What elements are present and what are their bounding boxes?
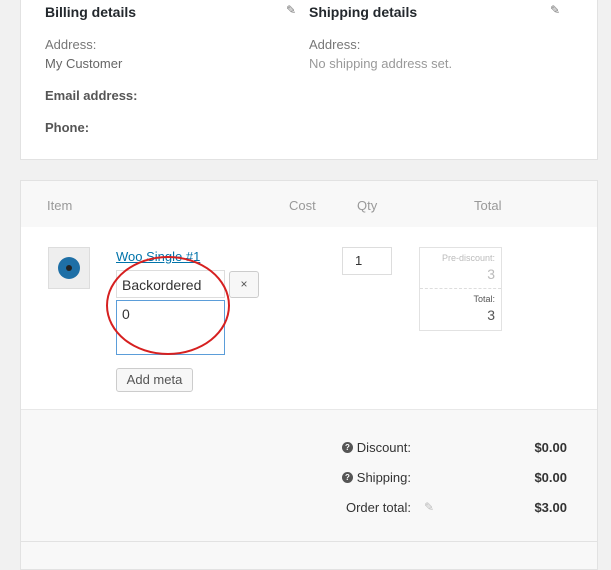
billing-title: Billing details [45,4,137,20]
line-total-value: 3 [487,307,495,323]
line-total-box: Pre-discount: 3 Total: 3 [419,247,502,331]
order-total-label: Order total: [345,500,411,515]
line-total-section: Total: 3 [420,294,501,323]
prediscount-section: Pre-discount: 3 [420,253,501,282]
close-icon: × [240,277,248,291]
order-totals: ? Discount: $0.00 ? Shipping: $0.00 Orde… [21,410,597,540]
header-cost: Cost [289,198,316,213]
total-box-divider [420,288,501,289]
header-total: Total [474,198,502,213]
addresses-panel: Billing details ✎ Address: My Customer E… [20,0,598,160]
line-total-label: Total: [473,294,495,304]
billing-address-label: Address: [45,37,97,52]
billing-email-label: Email address: [45,88,138,103]
header-qty: Qty [357,198,378,213]
order-total-row: Order total: ✎ $3.00 [21,500,597,518]
discount-label: Discount: [356,440,411,455]
shipping-address-label: Address: [309,37,361,52]
prediscount-label: Pre-discount: [441,253,495,263]
album-icon [48,247,90,289]
discount-row: ? Discount: $0.00 [21,440,597,458]
shipping-total-value: $0.00 [534,470,567,485]
order-items-panel: Item Cost Qty Total Woo Single #1 Backor… [20,180,598,570]
add-meta-button[interactable]: Add meta [116,368,193,392]
quantity-input[interactable]: 1 [342,247,392,275]
remove-meta-button[interactable]: × [229,271,259,298]
question-circle-icon[interactable]: ? [342,442,353,453]
shipping-address-value: No shipping address set. [309,56,453,71]
shipping-title: Shipping details [309,4,418,20]
panel-divider [21,541,597,542]
billing-phone-label: Phone: [45,120,90,135]
order-total-value: $3.00 [534,500,567,515]
header-item: Item [47,198,73,213]
product-link[interactable]: Woo Single #1 [116,249,200,264]
items-table-header: Item Cost Qty Total [21,181,597,227]
discount-value: $0.00 [534,440,567,455]
edit-shipping-pencil-icon[interactable]: ✎ [550,3,560,17]
billing-address-value: My Customer [45,56,123,71]
meta-value-textarea[interactable]: 0 [116,300,225,355]
shipping-total-label: Shipping: [356,470,411,485]
edit-billing-pencil-icon[interactable]: ✎ [286,3,296,17]
table-row: Woo Single #1 Backordered × 0 Add meta 1… [21,227,597,410]
meta-key-input[interactable]: Backordered [116,270,225,298]
edit-order-total-pencil-icon[interactable]: ✎ [424,500,434,514]
question-circle-icon[interactable]: ? [342,472,353,483]
prediscount-value: 3 [487,266,495,282]
shipping-row: ? Shipping: $0.00 [21,470,597,488]
